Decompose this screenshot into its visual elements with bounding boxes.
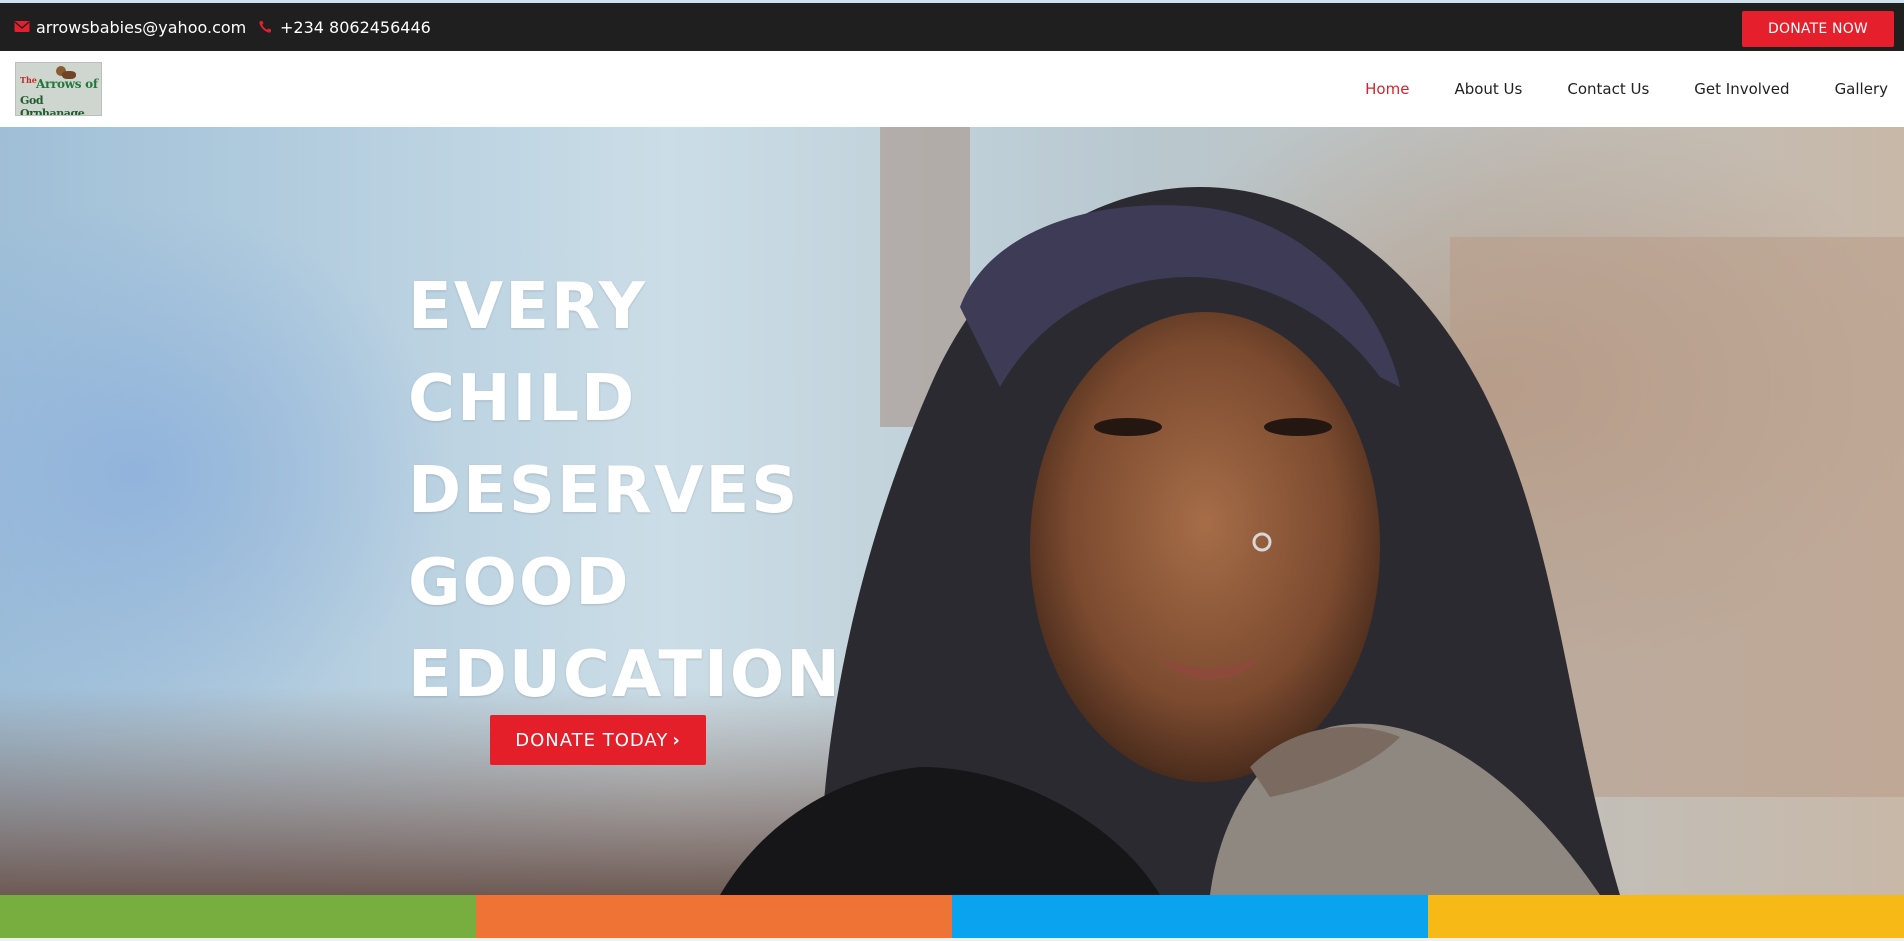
envelope-icon: [14, 21, 30, 32]
feature-strip-orange: [476, 895, 952, 941]
headline-line-2: DESERVES: [408, 454, 800, 528]
email-contact[interactable]: arrowsbabies@yahoo.com: [14, 3, 246, 51]
feature-strip-green: [0, 895, 476, 941]
email-text: arrowsbabies@yahoo.com: [36, 17, 247, 37]
logo-text-the: The: [20, 75, 37, 85]
site-logo[interactable]: The Arrows of God Orphanage: [15, 62, 102, 116]
headline-line-1: EVERY CHILD: [408, 270, 648, 436]
primary-nav: Home About Us Contact Us Get Involved Ga…: [1320, 51, 1888, 127]
donate-now-button[interactable]: DONATE NOW: [1742, 11, 1894, 47]
feature-strip-yellow: [1428, 895, 1904, 941]
headline-line-4: EDUCATION: [408, 638, 842, 712]
nav-item-gallery[interactable]: Gallery: [1835, 80, 1888, 98]
top-contact-bar: arrowsbabies@yahoo.com +234 8062456446 D…: [0, 3, 1904, 51]
logo-text-line1: Arrows of: [36, 77, 98, 91]
chevron-right-icon: ›: [672, 729, 681, 751]
main-navbar: The Arrows of God Orphanage Home About U…: [0, 51, 1904, 127]
nav-item-get-involved[interactable]: Get Involved: [1694, 80, 1789, 98]
phone-text: +234 8062456446: [280, 17, 431, 37]
donate-today-label: DONATE TODAY: [515, 729, 669, 751]
nav-item-about-us[interactable]: About Us: [1454, 80, 1522, 98]
nav-item-contact-us[interactable]: Contact Us: [1567, 80, 1649, 98]
feature-strip-blue: [952, 895, 1428, 941]
hero-photo: [0, 127, 1904, 895]
logo-text-line2: God Orphanage: [20, 94, 85, 116]
headline-line-3: GOOD: [408, 546, 631, 620]
hero-headline: EVERY CHILD DESERVES GOOD EDUCATION: [408, 261, 868, 721]
nav-item-home[interactable]: Home: [1365, 80, 1409, 98]
phone-contact[interactable]: +234 8062456446: [258, 3, 431, 51]
hero-banner: EVERY CHILD DESERVES GOOD EDUCATION DONA…: [0, 127, 1904, 895]
donate-today-button[interactable]: DONATE TODAY ›: [490, 715, 706, 765]
phone-icon: [259, 21, 271, 33]
